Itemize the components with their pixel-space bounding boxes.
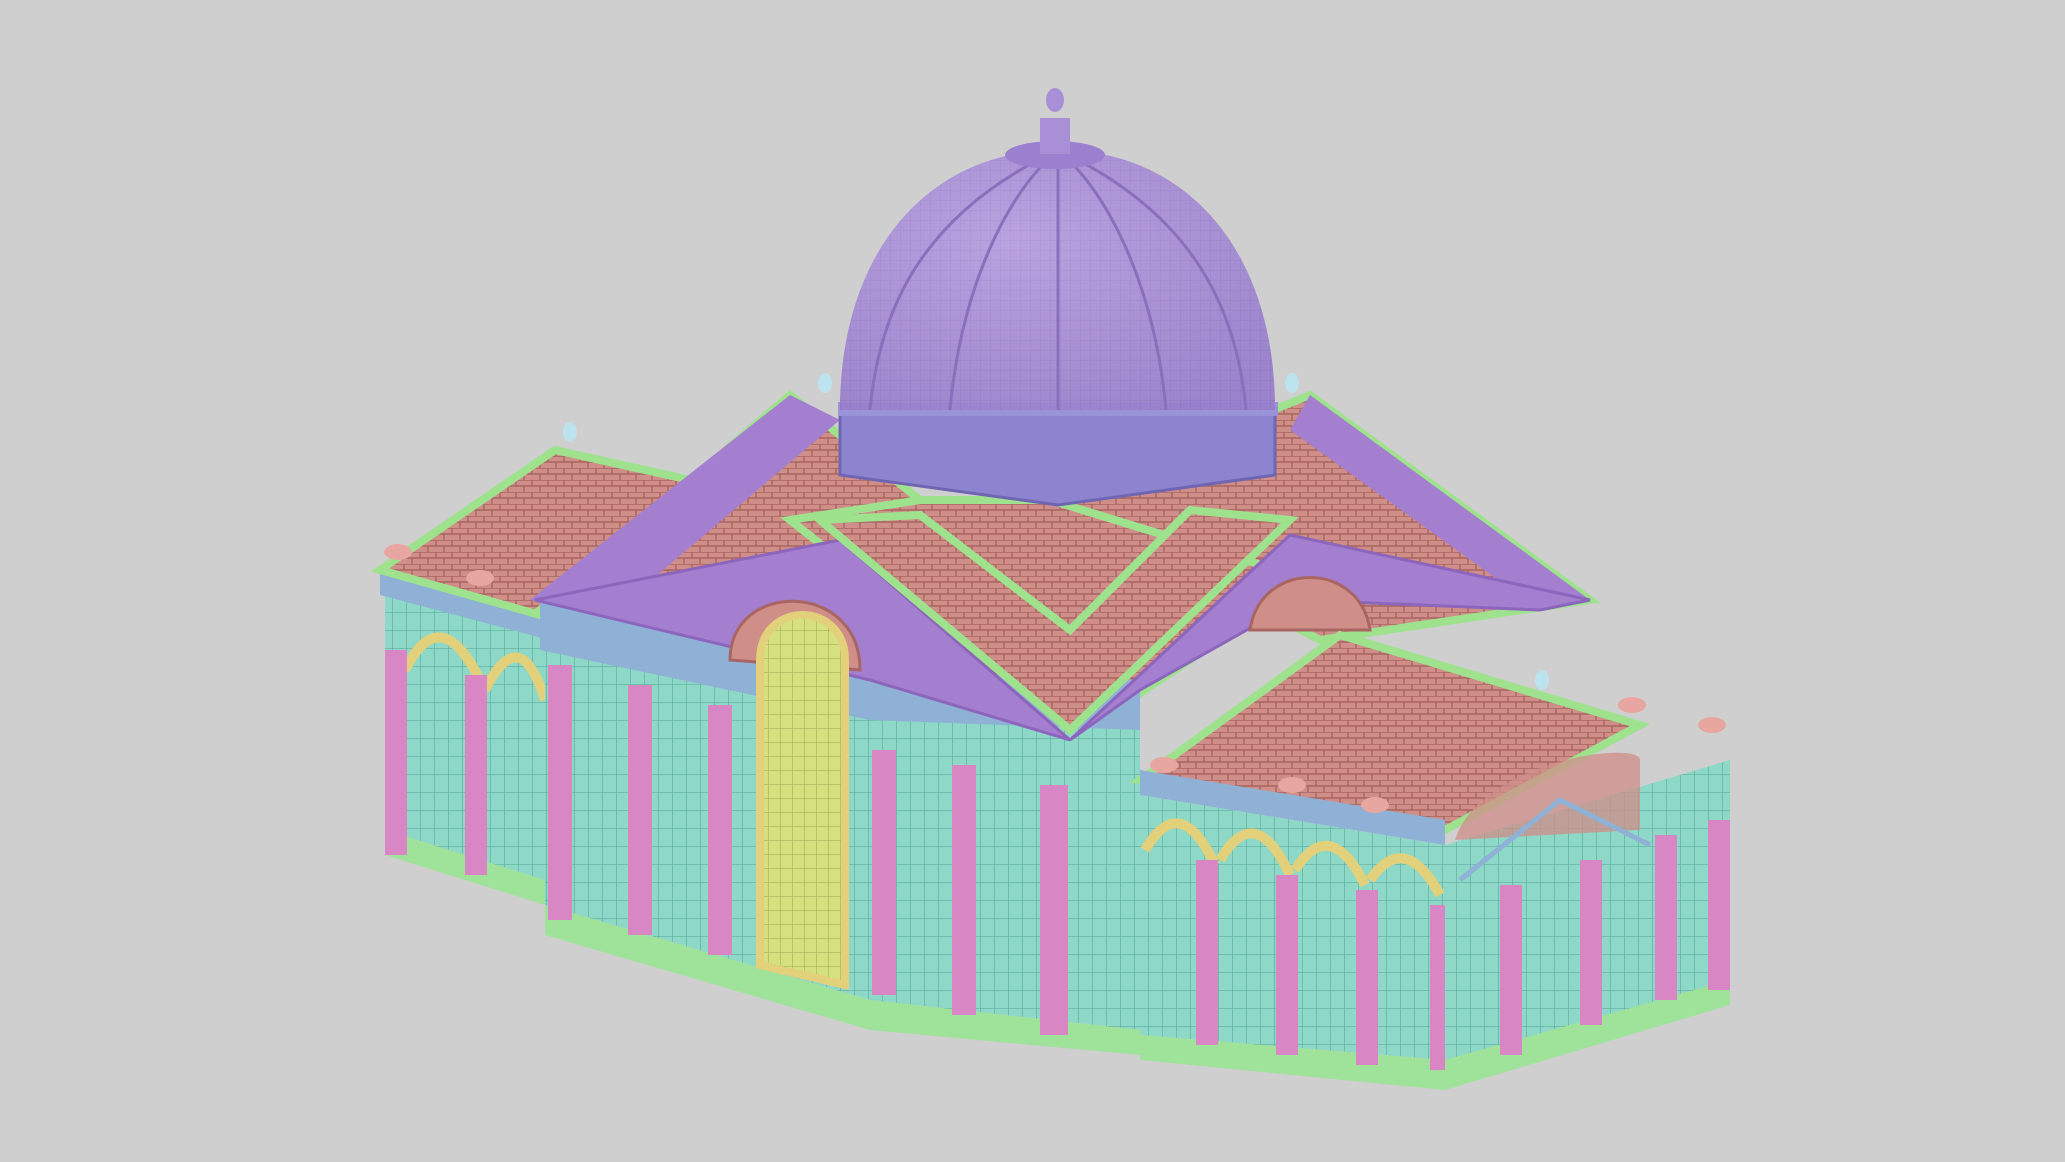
door-arch (756, 611, 849, 991)
pilaster (1708, 820, 1730, 990)
pilaster (708, 705, 732, 955)
urn (1618, 697, 1646, 713)
urn (384, 544, 412, 560)
urn (1361, 797, 1389, 813)
right-wing (1129, 630, 1730, 1090)
pilaster (465, 675, 487, 875)
pilaster (548, 665, 572, 920)
finial (1535, 670, 1549, 690)
pilaster (952, 765, 976, 1015)
pilaster (628, 685, 652, 935)
pilaster (1580, 860, 1602, 1025)
dome-finial (1046, 88, 1064, 112)
dome-lantern (1040, 118, 1070, 154)
urn (1278, 777, 1306, 793)
urn (1150, 757, 1178, 773)
pilaster (872, 750, 896, 995)
main-right-wall (870, 690, 1140, 1030)
finial (563, 422, 577, 442)
dome (818, 88, 1299, 507)
pilaster (1276, 875, 1298, 1055)
pilaster (1655, 835, 1677, 1000)
urn (1698, 717, 1726, 733)
finial (818, 373, 832, 393)
pilaster (1356, 890, 1378, 1065)
pilaster (1040, 785, 1068, 1035)
render-viewport (0, 0, 2065, 1162)
building-render (370, 88, 1730, 1090)
urn (466, 570, 494, 586)
pilaster (1196, 860, 1218, 1045)
pilaster (1500, 885, 1522, 1055)
finial (1285, 373, 1299, 393)
pilaster (385, 650, 407, 855)
